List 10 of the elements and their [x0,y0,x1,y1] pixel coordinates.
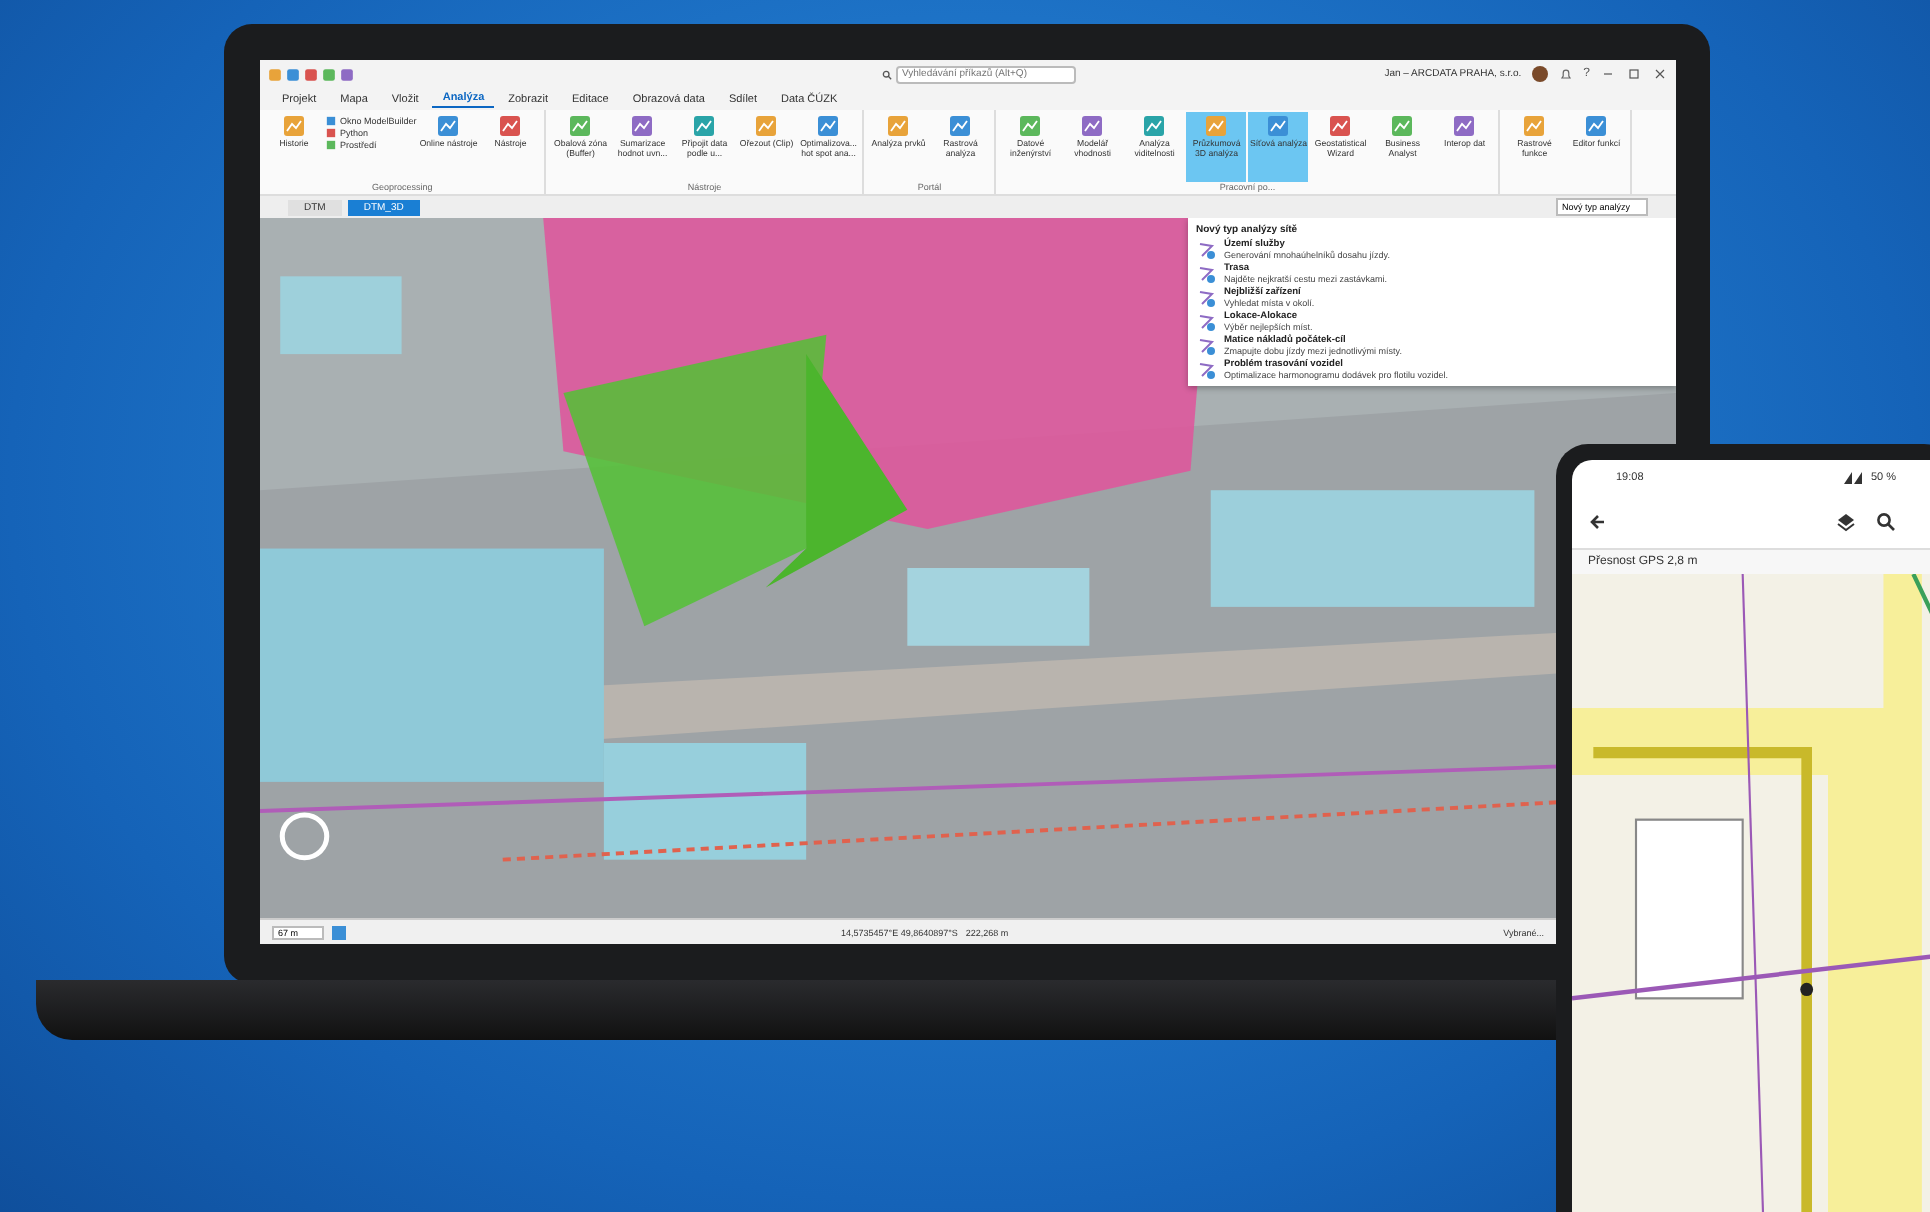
map-tool-icon [1204,114,1229,138]
avatar-icon[interactable] [1531,66,1548,82]
map-tool-icon [1266,114,1291,138]
close-icon[interactable] [1652,66,1668,82]
maximize-icon[interactable] [1626,66,1642,82]
search-icon [882,69,892,79]
layers-icon[interactable] [1836,512,1856,532]
signal-icon [1844,472,1865,484]
search-icon[interactable] [1876,512,1896,532]
bell-icon[interactable] [1557,66,1574,82]
